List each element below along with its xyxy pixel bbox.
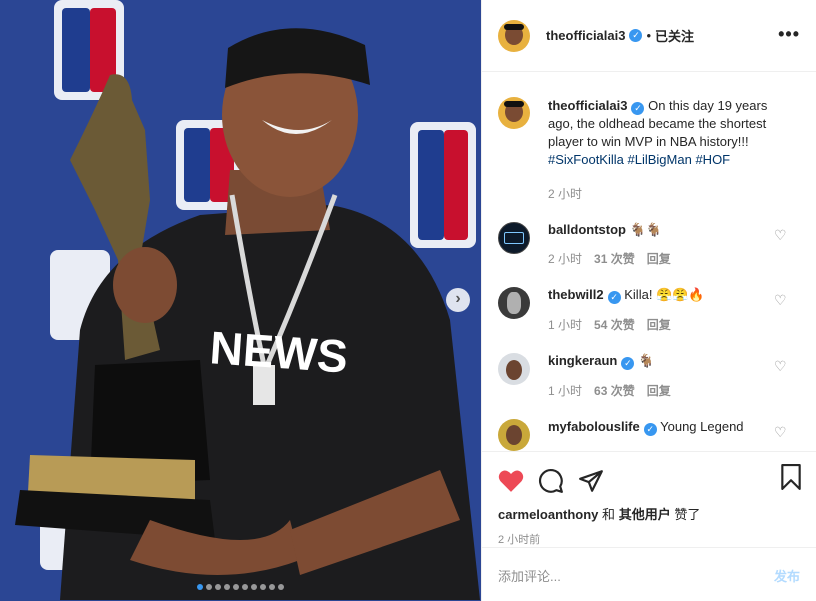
caption-author-avatar[interactable] <box>498 97 530 129</box>
hashtag-link[interactable]: #LilBigMan <box>628 152 692 167</box>
post-timestamp[interactable]: 2 小时前 <box>482 531 816 547</box>
commenter-avatar[interactable] <box>498 222 530 254</box>
slide-dot <box>215 584 221 590</box>
slide-dot <box>197 584 203 590</box>
hashtag-link[interactable]: #HOF <box>695 152 730 167</box>
slide-dot <box>206 584 212 590</box>
verified-badge-icon: ✓ <box>629 29 643 42</box>
comment-text: 🐐🐐 <box>629 222 662 237</box>
reply-button[interactable]: 回复 <box>647 252 671 266</box>
like-comment-heart-icon[interactable]: ♡ <box>774 293 788 307</box>
comment-item: kingkeraun ✓ 🐐 1 小时 63 次赞 回复 ♡ <box>498 353 800 399</box>
likes-summary: carmeloanthony 和 其他用户 赞了 <box>482 504 816 523</box>
likes-verb: 赞了 <box>674 507 701 522</box>
next-slide-button[interactable]: › <box>446 288 470 312</box>
add-comment-input[interactable]: 添加评论... <box>498 566 774 585</box>
separator: • <box>646 28 652 43</box>
like-comment-heart-icon[interactable]: ♡ <box>774 228 788 242</box>
caption: theofficialai3 ✓ On this day 19 years ago… <box>498 97 800 202</box>
verified-badge-icon: ✓ <box>607 291 621 304</box>
slide-indicator <box>0 578 481 590</box>
post-actions: carmeloanthony 和 其他用户 赞了 2 小时前 添加评论... 发… <box>482 451 816 601</box>
author-username[interactable]: theofficialai3 <box>546 28 625 43</box>
verified-badge-icon: ✓ <box>631 102 645 115</box>
comment-username[interactable]: balldontstop <box>548 222 626 237</box>
likes-and: 和 <box>602 507 616 522</box>
slide-dot <box>251 584 257 590</box>
like-comment-heart-icon[interactable]: ♡ <box>774 359 788 373</box>
comment-item: balldontstop 🐐🐐 2 小时 31 次赞 回复 ♡ <box>498 222 800 267</box>
post-comment-button[interactable]: 发布 <box>774 566 800 585</box>
comment-text: Young Legend <box>660 419 744 434</box>
slide-dot <box>233 584 239 590</box>
slide-dot <box>242 584 248 590</box>
save-bookmark-icon[interactable] <box>780 464 802 490</box>
verified-badge-icon: ✓ <box>621 357 635 370</box>
comment-item: myfabolouslife ✓ Young Legend ♡ <box>498 419 800 451</box>
more-options-icon[interactable]: ••• <box>778 24 800 45</box>
comment-likes[interactable]: 63 次赞 <box>594 384 635 398</box>
slide-dot <box>278 584 284 590</box>
caption-username[interactable]: theofficialai3 <box>548 98 627 113</box>
caption-time: 2 小时 <box>548 187 583 201</box>
post-media[interactable]: NEWS › <box>0 0 481 601</box>
comment-time: 1 小时 <box>548 384 583 398</box>
other-likers-link[interactable]: 其他用户 <box>619 507 671 522</box>
commenter-avatar[interactable] <box>498 287 530 319</box>
slide-dot <box>260 584 266 590</box>
like-heart-icon[interactable] <box>498 469 524 493</box>
slide-dot <box>224 584 230 590</box>
comment-likes[interactable]: 31 次赞 <box>594 252 635 266</box>
share-send-icon[interactable] <box>578 468 604 494</box>
comment-username[interactable]: thebwill2 <box>548 287 604 302</box>
reply-button[interactable]: 回复 <box>647 318 671 332</box>
verified-badge-icon: ✓ <box>643 423 657 436</box>
post-panel: theofficialai3 ✓ • 已关注 ••• theofficialai… <box>481 0 816 601</box>
add-comment-bar: 添加评论... 发布 <box>482 547 816 601</box>
author-avatar[interactable] <box>498 19 530 52</box>
liker-username[interactable]: carmeloanthony <box>498 507 598 522</box>
comment-time: 1 小时 <box>548 318 583 332</box>
post-photo: NEWS <box>0 0 481 601</box>
comment-text: 🐐 <box>637 353 655 368</box>
like-comment-heart-icon[interactable]: ♡ <box>774 425 788 439</box>
comment-text: Killa! 😤😤🔥 <box>624 287 705 302</box>
comment-likes[interactable]: 54 次赞 <box>594 318 635 332</box>
comments-list[interactable]: theofficialai3 ✓ On this day 19 years ago… <box>482 73 816 451</box>
comment-username[interactable]: kingkeraun <box>548 353 617 368</box>
comment-item: thebwill2 ✓ Killa! 😤😤🔥 1 小时 54 次赞 回复 ♡ <box>498 287 800 333</box>
post-header: theofficialai3 ✓ • 已关注 ••• <box>482 0 816 72</box>
comment-bubble-icon[interactable] <box>538 468 564 494</box>
comment-username[interactable]: myfabolouslife <box>548 419 640 434</box>
slide-dot <box>269 584 275 590</box>
follow-status-button[interactable]: 已关注 <box>655 26 694 45</box>
shirt-text: NEWS <box>208 321 349 382</box>
commenter-avatar[interactable] <box>498 353 530 385</box>
comment-time: 2 小时 <box>548 252 583 266</box>
hashtag-link[interactable]: #SixFootKilla <box>548 152 624 167</box>
commenter-avatar[interactable] <box>498 419 530 451</box>
reply-button[interactable]: 回复 <box>647 384 671 398</box>
